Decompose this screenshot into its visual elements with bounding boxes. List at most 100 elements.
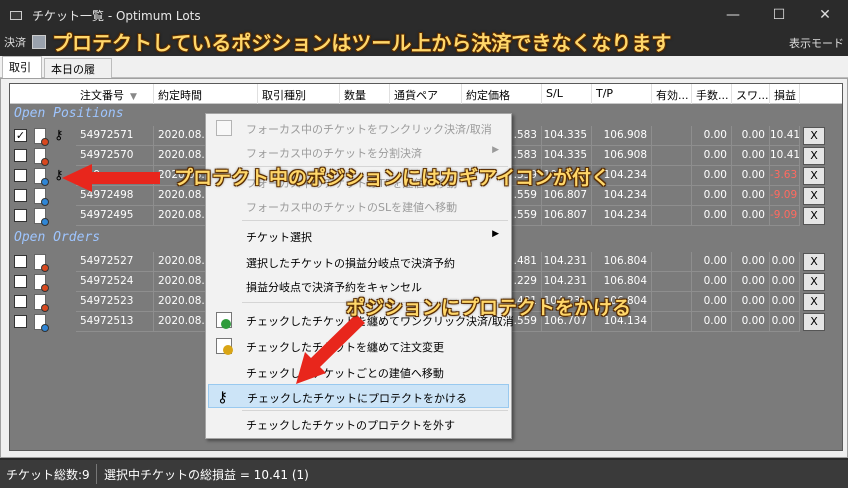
sort-arrow-icon[interactable]: ▼ <box>130 92 137 102</box>
cell-tp: 106.804 <box>592 272 652 292</box>
tab-today-history[interactable]: 本日の履歴 <box>44 58 112 92</box>
cell-fee: 0.00 <box>692 126 732 146</box>
cell-order: 54972498 <box>76 186 154 206</box>
row-checkbox[interactable] <box>14 149 27 162</box>
cell-order: 549 <box>76 166 154 186</box>
column-header-cell[interactable]: スワ... <box>732 84 770 104</box>
close-window-button[interactable]: ✕ <box>802 0 848 30</box>
cell-sl: 106.807 <box>542 206 592 226</box>
row-checkbox[interactable] <box>14 275 27 288</box>
cell-fee: 0.00 <box>692 166 732 186</box>
close-ticket-button[interactable]: X <box>803 147 825 165</box>
column-header-cell[interactable]: 通貨ペア <box>390 84 462 104</box>
banner-annotation: プロテクトしているポジションはツール上から決済できなくなります <box>52 31 672 55</box>
menu-item-label: チケット選択 <box>246 231 312 244</box>
cell-blank <box>652 292 692 312</box>
menu-item[interactable]: チェックしたチケットを纏めて注文変更 <box>208 334 509 358</box>
maximize-button[interactable]: ☐ <box>756 0 802 30</box>
ticket-status-dot <box>41 138 49 146</box>
ticket-doc-icon <box>34 314 49 332</box>
display-mode-button[interactable]: 表示モード <box>789 35 844 51</box>
cell-fee: 0.00 <box>692 206 732 226</box>
cell-blank <box>652 166 692 186</box>
column-header-cell[interactable]: S/L <box>542 84 592 104</box>
column-header-cell[interactable]: 取引種別 <box>258 84 340 104</box>
menu-item: フォーカス中のチケットを分割決済 ▶ <box>208 140 509 164</box>
cell-blank <box>652 186 692 206</box>
row-checkbox[interactable] <box>14 315 27 328</box>
ticket-count: チケット総数:9 <box>6 468 90 482</box>
menu-item[interactable]: チケット選択 ▶ <box>208 224 509 248</box>
menu-separator <box>242 220 508 221</box>
cell-fee: 0.00 <box>692 252 732 272</box>
cell-pl: 0.00 <box>770 292 800 312</box>
cell-pl: -3.63 <box>770 166 800 186</box>
column-header-cell[interactable]: 約定時間 <box>154 84 258 104</box>
cell-pl: 0.00 <box>770 252 800 272</box>
cell-swap: 0.00 <box>732 166 770 186</box>
close-ticket-button[interactable]: X <box>803 127 825 145</box>
ticket-status-dot <box>41 264 49 272</box>
cell-pl: -9.09 <box>770 186 800 206</box>
menu-item: フォーカス中のチケットをワンクリック決済/取消 <box>208 116 509 140</box>
row-checkbox[interactable] <box>14 209 27 222</box>
row-checkbox[interactable] <box>14 169 27 182</box>
column-header-cell[interactable]: 約定価格 <box>462 84 542 104</box>
chevron-right-icon: ▶ <box>492 229 499 239</box>
row-checkbox[interactable] <box>14 255 27 268</box>
close-ticket-button[interactable]: X <box>803 187 825 205</box>
menu-item[interactable]: チェックしたチケットごとの建値へ移動 <box>208 360 509 384</box>
cell-blank <box>652 272 692 292</box>
column-header-cell[interactable]: T/P <box>592 84 652 104</box>
column-header-cell[interactable]: 損益 <box>770 84 800 104</box>
title-bar: チケット一覧 - Optimum Lots — ☐ ✕ <box>0 0 848 30</box>
cell-swap: 0.00 <box>732 186 770 206</box>
cell-pl: 10.41 <box>770 146 800 166</box>
ticket-doc-icon <box>34 168 49 186</box>
section-header: Open Positions <box>14 106 124 121</box>
column-header-cell[interactable]: 数量 <box>340 84 390 104</box>
cell-order: 54972570 <box>76 146 154 166</box>
row-checkbox[interactable]: ✓ <box>14 129 27 142</box>
menu-item[interactable]: チェックしたチケットのプロテクトを外す <box>208 412 509 436</box>
menu-separator <box>242 410 508 411</box>
menu-item-label: フォーカス中のチケットを分割決済 <box>246 147 422 160</box>
cell-blank <box>652 146 692 166</box>
column-label: 注文番号 <box>80 89 124 102</box>
key-icon: ⚷ <box>217 388 228 406</box>
minimize-button[interactable]: — <box>710 0 756 30</box>
close-ticket-button[interactable]: X <box>803 313 825 331</box>
window-title: チケット一覧 - Optimum Lots <box>32 8 201 23</box>
column-header: 注文番号 ▼ 約定時間 取引種別 数量 通貨ペア 約定価格 S/L T/P 有効... 手数... ス… <box>10 84 842 104</box>
close-ticket-button[interactable]: X <box>803 293 825 311</box>
ticket-icon[interactable] <box>32 35 46 49</box>
context-menu: フォーカス中のチケットをワンクリック決済/取消 フォーカス中のチケットを分割決済 ▶… <box>205 113 514 439</box>
cell-blank <box>652 312 692 332</box>
close-ticket-button[interactable]: X <box>803 253 825 271</box>
section-header: Open Orders <box>14 230 101 245</box>
column-header-cell[interactable]: 注文番号 ▼ <box>76 84 154 104</box>
ticket-status-dot <box>41 324 49 332</box>
tab-trades[interactable]: 取引 <box>2 56 42 79</box>
column-header-cell[interactable]: 有効... <box>652 84 692 104</box>
cell-order: 54972523 <box>76 292 154 312</box>
menu-item-label: 選択したチケットの損益分岐点で決済予約 <box>246 257 455 270</box>
cell-pl: 0.00 <box>770 312 800 332</box>
menu-item[interactable]: チェックしたチケットにプロテクトをかける ⚷ <box>208 384 509 408</box>
close-ticket-button[interactable]: X <box>803 207 825 225</box>
column-header-cell[interactable]: 手数... <box>692 84 732 104</box>
cell-sl: 104.231 <box>542 252 592 272</box>
close-ticket-button[interactable]: X <box>803 273 825 291</box>
check-badge-icon <box>221 319 231 329</box>
close-ticket-button[interactable]: X <box>803 167 825 185</box>
menu-item[interactable]: 選択したチケットの損益分岐点で決済予約 <box>208 250 509 274</box>
row-checkbox[interactable] <box>14 295 27 308</box>
doc-edit-icon <box>216 338 233 355</box>
settle-button[interactable]: 決済 <box>4 34 26 50</box>
cell-swap: 0.00 <box>732 146 770 166</box>
row-checkbox[interactable] <box>14 189 27 202</box>
cell-blank <box>652 206 692 226</box>
key-icon: ⚷ <box>54 168 64 183</box>
cell-tp: 106.804 <box>592 252 652 272</box>
ticket-status-dot <box>41 178 49 186</box>
